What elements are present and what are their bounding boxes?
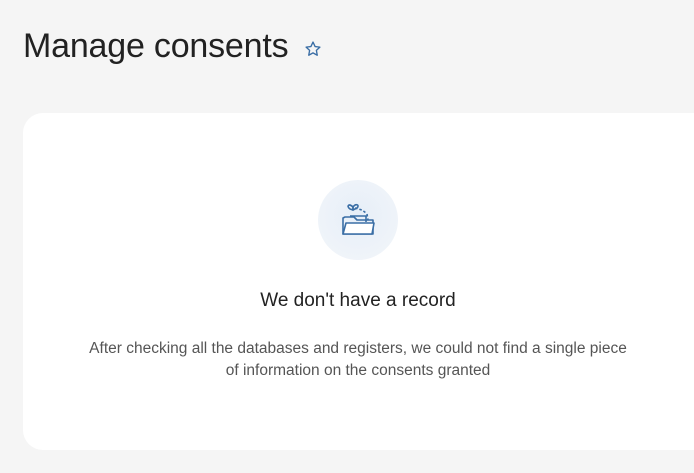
empty-state-description: After checking all the databases and reg… bbox=[89, 340, 627, 379]
star-icon[interactable] bbox=[303, 39, 323, 59]
empty-state-illustration bbox=[318, 180, 398, 260]
page-title: Manage consents bbox=[23, 27, 289, 65]
gift-folder-icon bbox=[342, 203, 375, 235]
empty-state-card: We don't have a record After checking al… bbox=[23, 113, 694, 450]
manage-consents-page: Manage consents We don't have a record A… bbox=[0, 0, 694, 473]
page-header: Manage consents bbox=[23, 26, 323, 66]
empty-state-title: We don't have a record bbox=[260, 290, 456, 311]
